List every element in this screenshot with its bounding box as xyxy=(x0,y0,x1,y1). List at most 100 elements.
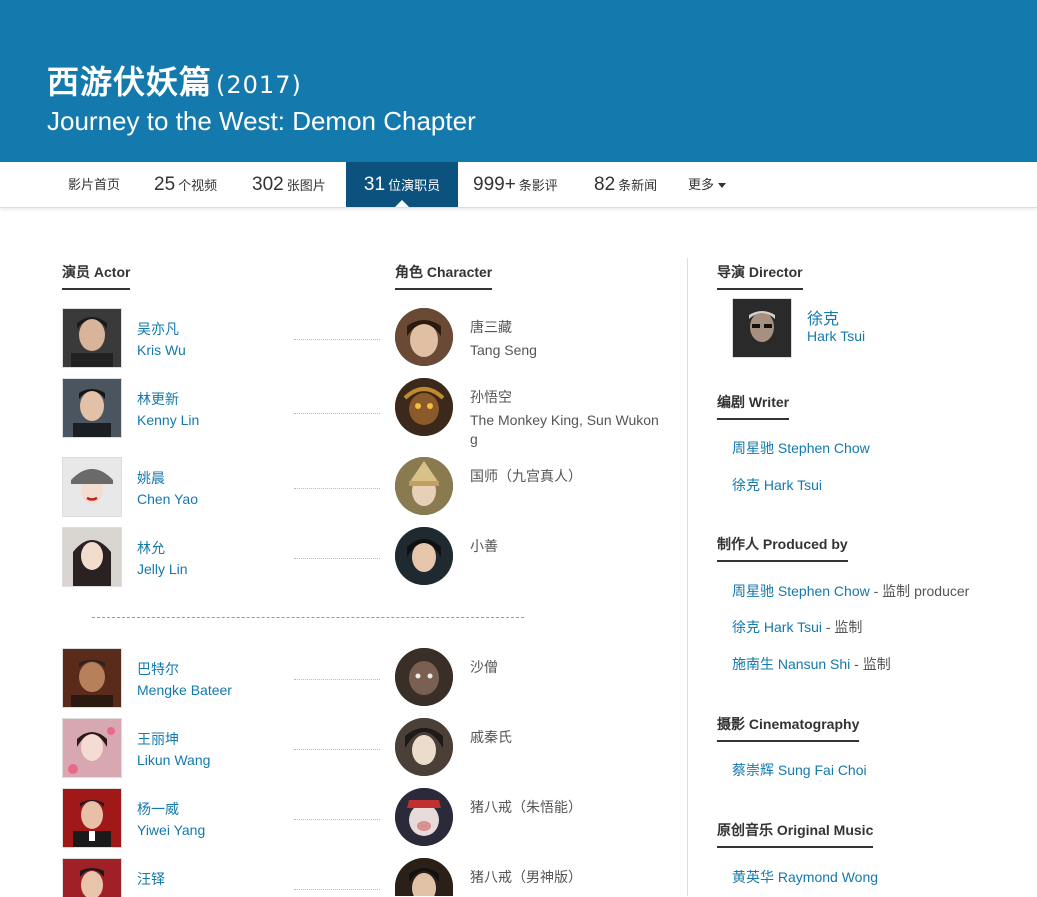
director-heading: 导演 Director xyxy=(717,262,803,290)
nav-news-count: 82 xyxy=(594,174,616,195)
writer-link[interactable]: 徐克 Hark Tsui xyxy=(732,475,822,495)
nav-cast[interactable]: 31 位演职员 xyxy=(346,162,458,207)
character-name-en-wrap: g xyxy=(470,431,478,447)
cinematographer-link[interactable]: 蔡崇辉 Sung Fai Choi xyxy=(732,760,867,780)
column-divider xyxy=(687,258,688,896)
producer-role: - 监制 producer xyxy=(869,583,970,599)
character-photo[interactable] xyxy=(395,648,453,706)
dotted-leader xyxy=(294,558,380,559)
nav-home-label: 影片首页 xyxy=(68,177,121,192)
nav-news[interactable]: 82 条新闻 xyxy=(594,162,657,207)
nav-news-label: 条新闻 xyxy=(618,178,658,193)
character-name-cn: 猪八戒（朱悟能） xyxy=(470,799,582,815)
actor-name-cn[interactable]: 王丽坤 xyxy=(137,729,179,749)
movie-title-en: Journey to the West: Demon Chapter xyxy=(47,106,476,136)
actor-name-cn[interactable]: 林允 xyxy=(137,538,165,558)
character-photo[interactable] xyxy=(395,718,453,776)
character-photo[interactable] xyxy=(395,858,453,896)
actor-photo[interactable] xyxy=(62,718,122,778)
actor-name-cn[interactable]: 姚晨 xyxy=(137,468,165,488)
actor-name-cn[interactable]: 巴特尔 xyxy=(137,659,179,679)
actor-name-cn[interactable]: 杨一威 xyxy=(137,799,179,819)
producer-heading: 制作人 Produced by xyxy=(717,534,848,562)
actor-name-cn[interactable]: 林更新 xyxy=(137,389,179,409)
actor-photo[interactable] xyxy=(62,457,122,517)
producer-item: 施南生 Nansun Shi - 监制 xyxy=(732,654,891,674)
dotted-leader xyxy=(294,339,380,340)
character-name-cn: 国师（九宫真人） xyxy=(470,468,582,484)
actor-name-cn[interactable]: 吴亦凡 xyxy=(137,319,179,339)
nav-videos-label: 个视频 xyxy=(178,178,218,193)
nav-cast-count: 31 xyxy=(363,174,386,195)
director-name-cn[interactable]: 徐克 xyxy=(807,305,839,329)
actor-name-en[interactable]: Mengke Bateer xyxy=(137,682,232,698)
actor-name-en[interactable]: Kenny Lin xyxy=(137,412,199,428)
producer-link[interactable]: 徐克 Hark Tsui xyxy=(732,619,822,635)
character-name-cn: 孙悟空 xyxy=(470,389,512,405)
director-photo[interactable] xyxy=(732,298,792,358)
movie-nav-bar: 影片首页 25 个视频 302 张图片 31 位演职员 999+ 条影评 82 条新闻 更… xyxy=(0,162,1037,208)
character-name-cn: 戚秦氏 xyxy=(470,729,512,745)
dotted-leader xyxy=(294,749,380,750)
nav-videos[interactable]: 25 个视频 xyxy=(154,162,217,207)
producer-link[interactable]: 周星驰 Stephen Chow xyxy=(732,583,870,599)
character-name-cn: 唐三藏 xyxy=(470,319,512,335)
dotted-leader xyxy=(294,413,380,414)
actor-name-en[interactable]: Jelly Lin xyxy=(137,561,188,577)
actor-heading: 演员 Actor xyxy=(62,262,131,290)
producer-role: - 监制 xyxy=(821,619,863,635)
actor-name-en[interactable]: Chen Yao xyxy=(137,491,198,507)
actor-name-en[interactable]: Kris Wu xyxy=(137,342,186,358)
nav-photos-label: 张图片 xyxy=(286,178,326,193)
character-name-cn: 猪八戒（男神版） xyxy=(470,869,582,885)
cinematography-heading: 摄影 Cinematography xyxy=(717,714,860,742)
movie-header: 西游伏妖篇 (2017) Journey to the West: Demon C… xyxy=(0,0,1037,162)
actor-name-en[interactable]: Likun Wang xyxy=(137,752,210,768)
actor-photo[interactable] xyxy=(62,788,122,848)
actor-photo[interactable] xyxy=(62,527,122,587)
nav-more-dropdown[interactable]: 更多 xyxy=(688,162,727,207)
director-name-en[interactable]: Hark Tsui xyxy=(807,328,865,344)
character-photo[interactable] xyxy=(395,457,453,515)
producer-item: 徐克 Hark Tsui - 监制 xyxy=(732,617,862,637)
dotted-leader xyxy=(294,819,380,820)
nav-photos-count: 302 xyxy=(252,174,284,195)
character-photo[interactable] xyxy=(395,378,453,436)
actor-name-cn[interactable]: 汪铎 xyxy=(137,869,165,889)
nav-photos[interactable]: 302 张图片 xyxy=(252,162,326,207)
producer-link[interactable]: 施南生 Nansun Shi xyxy=(732,656,850,672)
actor-photo[interactable] xyxy=(62,858,122,897)
character-photo[interactable] xyxy=(395,788,453,846)
character-name-en: The Monkey King, Sun Wukon xyxy=(470,412,659,428)
producer-item: 周星驰 Stephen Chow - 监制 producer xyxy=(732,581,969,601)
character-photo[interactable] xyxy=(395,527,453,585)
nav-reviews-count: 999+ xyxy=(473,174,516,195)
writer-link[interactable]: 周星驰 Stephen Chow xyxy=(732,438,870,458)
music-heading: 原创音乐 Original Music xyxy=(717,820,874,848)
producer-role: - 监制 xyxy=(850,656,891,672)
title-cn-text: 西游伏妖篇 xyxy=(47,63,213,101)
actor-photo[interactable] xyxy=(62,648,122,708)
actor-photo[interactable] xyxy=(62,378,122,438)
dotted-leader xyxy=(294,679,380,680)
caret-down-icon xyxy=(718,183,727,189)
dotted-leader xyxy=(294,488,380,489)
character-photo[interactable] xyxy=(395,308,453,366)
character-name-cn: 小善 xyxy=(470,538,498,554)
actor-photo[interactable] xyxy=(62,308,122,368)
movie-title-cn: 西游伏妖篇 (2017) xyxy=(47,57,302,103)
character-name-cn: 沙僧 xyxy=(470,659,498,675)
cast-group-divider xyxy=(92,617,524,618)
writer-heading: 编剧 Writer xyxy=(717,392,790,420)
nav-reviews[interactable]: 999+ 条影评 xyxy=(473,162,558,207)
actor-name-en[interactable]: Yiwei Yang xyxy=(137,822,205,838)
composer-link[interactable]: 黄英华 Raymond Wong xyxy=(732,867,878,887)
character-heading: 角色 Character xyxy=(395,262,493,290)
nav-home[interactable]: 影片首页 xyxy=(68,162,120,207)
nav-videos-count: 25 xyxy=(154,174,176,195)
nav-reviews-label: 条影评 xyxy=(518,178,558,193)
nav-cast-label: 位演职员 xyxy=(388,178,441,193)
dotted-leader xyxy=(294,889,380,890)
character-name-en: Tang Seng xyxy=(470,342,537,358)
movie-year: (2017) xyxy=(216,71,302,99)
